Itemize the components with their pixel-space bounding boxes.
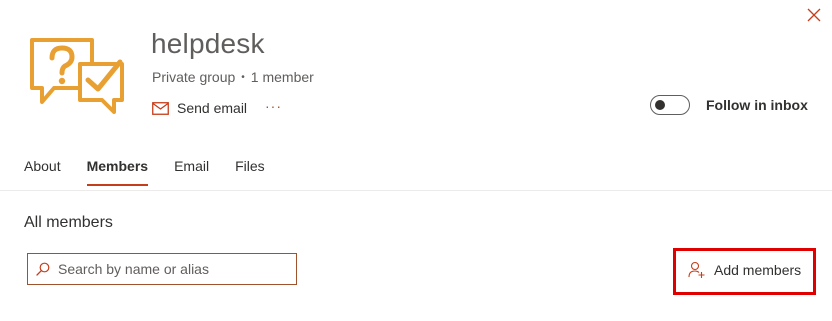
add-members-button[interactable]: Add members	[688, 261, 801, 279]
search-input[interactable]	[58, 261, 288, 277]
close-icon	[807, 8, 821, 22]
follow-label: Follow in inbox	[706, 97, 808, 113]
send-email-button[interactable]: Send email	[152, 100, 247, 116]
more-options-button[interactable]: ···	[265, 98, 282, 114]
privacy-label: Private group	[152, 69, 236, 85]
toggle-switch[interactable]	[650, 95, 690, 115]
tab-email[interactable]: Email	[174, 158, 209, 186]
add-person-icon	[688, 261, 705, 278]
follow-in-inbox-toggle[interactable]: Follow in inbox	[650, 95, 808, 115]
tab-members[interactable]: Members	[86, 158, 149, 186]
add-members-label: Add members	[714, 262, 802, 278]
close-button[interactable]	[804, 5, 824, 25]
member-search-box[interactable]	[27, 253, 297, 285]
tabs-divider	[0, 190, 832, 191]
mail-icon	[152, 101, 169, 115]
group-name: helpdesk	[151, 28, 265, 59]
toggle-knob	[655, 100, 665, 110]
meta-separator: •	[241, 71, 245, 83]
send-email-label: Send email	[177, 100, 248, 116]
search-icon	[36, 262, 50, 276]
section-title: All members	[24, 214, 113, 231]
tab-about[interactable]: About	[24, 158, 61, 186]
group-meta: Private group • 1 member	[152, 69, 314, 85]
question-check-bubbles-icon	[30, 38, 124, 114]
member-count: 1 member	[250, 69, 314, 85]
tab-files[interactable]: Files	[235, 158, 265, 186]
tab-bar: About Members Email Files	[24, 158, 291, 186]
group-logo	[28, 36, 126, 116]
